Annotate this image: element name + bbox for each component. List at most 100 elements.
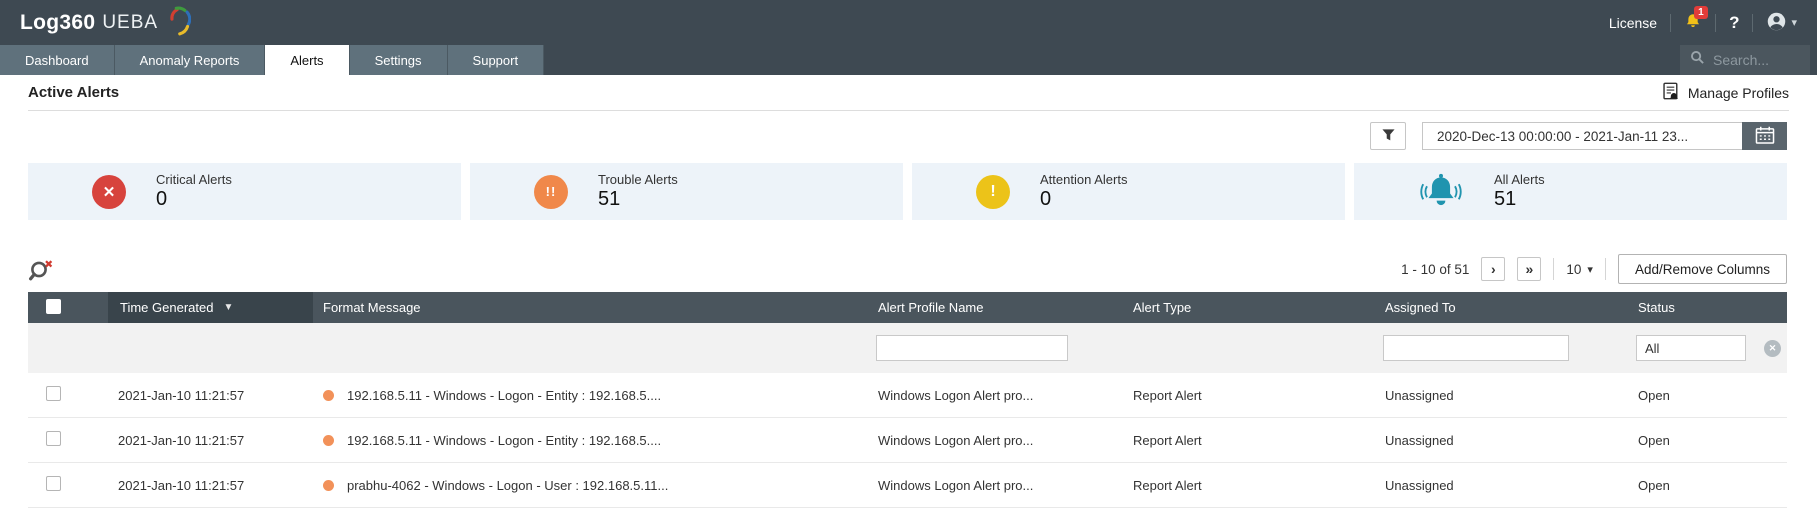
last-page-button[interactable]: » <box>1517 257 1541 281</box>
logo-text-primary: Log360 <box>20 11 95 35</box>
notifications-button[interactable]: 1 <box>1684 12 1702 33</box>
column-header-assigned-to[interactable]: Assigned To <box>1375 300 1628 315</box>
cell-alert-type: Report Alert <box>1123 478 1375 493</box>
trouble-alerts-card[interactable]: !! Trouble Alerts 51 <box>470 163 903 220</box>
cell-assigned-to: Unassigned <box>1375 388 1628 403</box>
alert-profile-filter-input[interactable] <box>876 335 1068 361</box>
date-range-picker <box>1422 122 1787 150</box>
calendar-icon <box>1755 126 1775 147</box>
select-all-checkbox[interactable] <box>46 299 61 314</box>
help-icon[interactable]: ? <box>1729 13 1739 33</box>
column-header-label: Time Generated <box>120 300 213 315</box>
tab-settings[interactable]: Settings <box>350 45 448 75</box>
column-header-status[interactable]: Status <box>1628 300 1787 315</box>
clear-status-filter-icon[interactable]: ✕ <box>1764 340 1781 357</box>
search-icon <box>1690 50 1705 70</box>
page-title: Active Alerts <box>28 84 119 101</box>
manage-profiles-button[interactable]: Manage Profiles <box>1661 82 1789 104</box>
column-header-alert-profile-name[interactable]: Alert Profile Name <box>868 300 1123 315</box>
card-label: Attention Alerts <box>1040 172 1127 187</box>
divider <box>1752 14 1753 32</box>
notification-badge: 1 <box>1694 6 1708 19</box>
row-checkbox[interactable] <box>46 476 61 491</box>
date-range-input[interactable] <box>1422 122 1742 150</box>
top-bar: Log360 UEBA License 1 ? <box>0 0 1817 45</box>
cell-alert-type: Report Alert <box>1123 388 1375 403</box>
cell-status: Open <box>1628 433 1787 448</box>
date-filter-bar <box>28 121 1787 151</box>
cell-alert-profile-name: Windows Logon Alert pro... <box>868 433 1123 448</box>
all-alerts-card[interactable]: All Alerts 51 <box>1354 163 1787 220</box>
filter-funnel-button[interactable] <box>1370 122 1406 150</box>
clear-search-icon[interactable] <box>28 257 55 282</box>
page-header: Active Alerts Manage Profiles <box>28 75 1789 111</box>
column-header-format-message[interactable]: Format Message <box>313 300 868 315</box>
format-message-text[interactable]: 192.168.5.11 - Windows - Logon - Entity … <box>347 433 661 448</box>
cell-status: Open <box>1628 388 1787 403</box>
caret-down-icon: ▾ <box>1587 263 1593 276</box>
tab-anomaly-reports[interactable]: Anomaly Reports <box>115 45 266 75</box>
search-input[interactable] <box>1713 52 1797 68</box>
critical-alerts-card[interactable]: ✕ Critical Alerts 0 <box>28 163 461 220</box>
status-filter-input[interactable] <box>1636 335 1746 361</box>
page-size-dropdown[interactable]: 10 ▾ <box>1566 262 1593 277</box>
table-row[interactable]: 2021-Jan-10 11:21:57 192.168.5.11 - Wind… <box>28 418 1787 463</box>
card-label: All Alerts <box>1494 172 1545 187</box>
assigned-to-filter-input[interactable] <box>1383 335 1569 361</box>
tab-dashboard[interactable]: Dashboard <box>0 45 115 75</box>
tab-support[interactable]: Support <box>448 45 545 75</box>
attention-alerts-icon: ! <box>976 175 1010 209</box>
user-menu-button[interactable]: ▾ <box>1766 11 1797 35</box>
trouble-alerts-icon: !! <box>534 175 568 209</box>
cell-format-message[interactable]: 192.168.5.11 - Windows - Logon - Entity … <box>313 388 868 403</box>
severity-dot-icon <box>323 480 334 491</box>
calendar-button[interactable] <box>1742 122 1787 150</box>
cell-format-message[interactable]: prabhu-4062 - Windows - Logon - User : 1… <box>313 478 868 493</box>
global-search[interactable] <box>1680 45 1810 75</box>
all-alerts-bell-icon <box>1418 172 1464 212</box>
nav-tabs: Dashboard Anomaly Reports Alerts Setting… <box>0 45 544 75</box>
cell-time-generated: 2021-Jan-10 11:21:57 <box>108 433 313 448</box>
license-link[interactable]: License <box>1609 15 1657 31</box>
card-value: 51 <box>598 188 678 211</box>
pagination-controls: 1 - 10 of 51 › » 10 ▾ Add/Remove Columns <box>1401 254 1787 284</box>
alert-summary-cards: ✕ Critical Alerts 0 !! Trouble Alerts 51… <box>28 163 1787 220</box>
cell-time-generated: 2021-Jan-10 11:21:57 <box>108 478 313 493</box>
column-header-alert-type[interactable]: Alert Type <box>1123 300 1375 315</box>
caret-down-icon: ▾ <box>1791 16 1797 29</box>
attention-alerts-card[interactable]: ! Attention Alerts 0 <box>912 163 1345 220</box>
card-value: 0 <box>1040 188 1127 211</box>
page-size-value: 10 <box>1566 262 1581 277</box>
logo-swoosh-icon <box>165 4 191 41</box>
row-checkbox[interactable] <box>46 431 61 446</box>
row-checkbox[interactable] <box>46 386 61 401</box>
format-message-text[interactable]: 192.168.5.11 - Windows - Logon - Entity … <box>347 388 661 403</box>
column-header-time-generated[interactable]: Time Generated ▼ <box>108 292 313 323</box>
cell-assigned-to: Unassigned <box>1375 433 1628 448</box>
table-row[interactable]: 2021-Jan-10 11:21:57 prabhu-4062 - Windo… <box>28 463 1787 508</box>
alerts-table: Time Generated ▼ Format Message Alert Pr… <box>28 292 1787 508</box>
divider <box>1670 14 1671 32</box>
table-row[interactable]: 2021-Jan-10 11:21:57 192.168.5.11 - Wind… <box>28 373 1787 418</box>
critical-alerts-icon: ✕ <box>92 175 126 209</box>
table-toolbar: 1 - 10 of 51 › » 10 ▾ Add/Remove Columns <box>28 254 1787 284</box>
card-value: 0 <box>156 188 232 211</box>
sort-caret-icon: ▼ <box>223 302 233 313</box>
cell-alert-type: Report Alert <box>1123 433 1375 448</box>
app-logo: Log360 UEBA <box>20 4 191 41</box>
user-avatar-icon <box>1766 11 1787 35</box>
card-value: 51 <box>1494 188 1545 211</box>
funnel-icon <box>1381 128 1396 145</box>
cell-alert-profile-name: Windows Logon Alert pro... <box>868 478 1123 493</box>
table-filter-row: ✕ <box>28 323 1787 373</box>
cell-format-message[interactable]: 192.168.5.11 - Windows - Logon - Entity … <box>313 433 868 448</box>
format-message-text[interactable]: prabhu-4062 - Windows - Logon - User : 1… <box>347 478 668 493</box>
tab-alerts[interactable]: Alerts <box>265 45 349 75</box>
main-navigation: Dashboard Anomaly Reports Alerts Setting… <box>0 45 1817 75</box>
manage-profiles-label: Manage Profiles <box>1688 85 1789 101</box>
divider <box>1715 14 1716 32</box>
cell-alert-profile-name: Windows Logon Alert pro... <box>868 388 1123 403</box>
add-remove-columns-button[interactable]: Add/Remove Columns <box>1618 254 1787 284</box>
next-page-button[interactable]: › <box>1481 257 1505 281</box>
card-label: Critical Alerts <box>156 172 232 187</box>
